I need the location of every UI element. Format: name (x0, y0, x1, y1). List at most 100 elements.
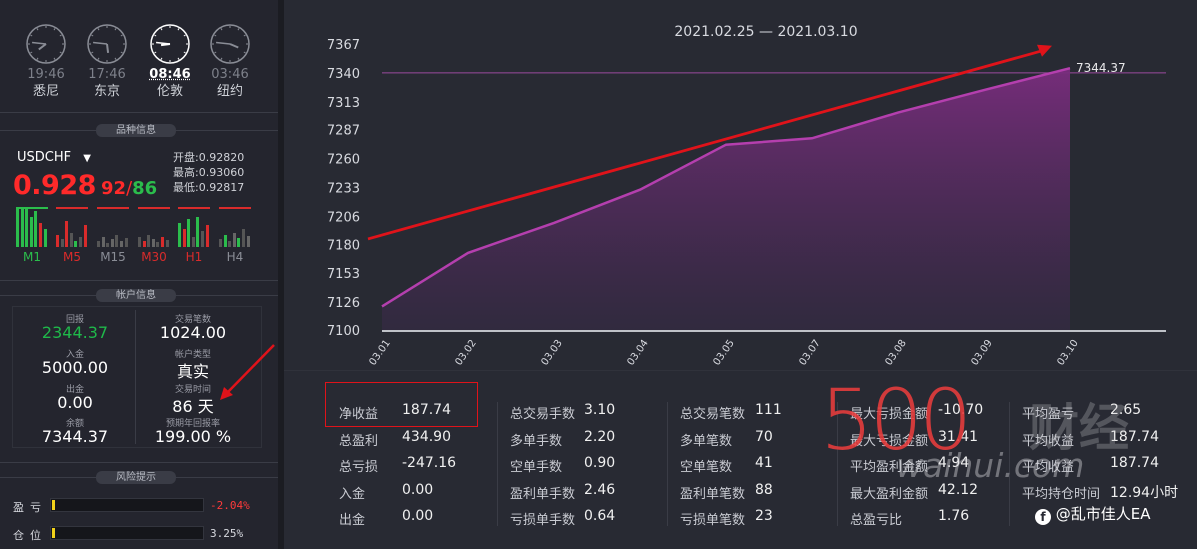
signal-bar (219, 239, 222, 247)
stat-label: 亏损单笔数 (680, 513, 746, 528)
timeframe-m15[interactable]: M15 (95, 250, 131, 264)
signal-bar (124, 238, 128, 247)
stat-label: 总亏损 (339, 460, 379, 475)
y-tick-label: 7100 (327, 324, 360, 339)
price-main: 0.928 (13, 170, 96, 201)
timeframe-h4[interactable]: H4 (217, 250, 253, 264)
symbol-section-title: 品种信息 (96, 124, 176, 137)
signal-bar (196, 217, 200, 247)
stat-label: 盈利单笔数 (680, 486, 746, 502)
signal-bar (151, 239, 155, 247)
stat-label: 空单手数 (510, 460, 563, 475)
return-value: 2344.37 (41, 323, 109, 342)
stat-value: 88 (755, 481, 773, 498)
x-tick-label: 03.02 (453, 338, 478, 368)
clock-1[interactable]: 17:46 东京 (83, 24, 131, 99)
high-label: 最高: (173, 166, 199, 179)
stat-value: 0.00 (402, 508, 434, 524)
symbol-selector[interactable]: USDCHF ▼ (17, 150, 91, 165)
timeframe-m5[interactable]: M5 (54, 250, 90, 264)
signal-bar (56, 235, 59, 247)
signal-bar (242, 229, 245, 247)
clock-time: 19:46 (27, 67, 65, 82)
x-tick-label: 03.10 (1055, 338, 1080, 368)
timeframe-m1[interactable]: M1 (14, 250, 50, 264)
signal-bar (178, 223, 181, 247)
signal-bar (228, 241, 232, 247)
signal-bar (79, 237, 82, 247)
signal-bar (138, 237, 141, 247)
y-tick-label: 7287 (327, 124, 360, 139)
signal-bar (60, 239, 64, 247)
clock-icon (210, 24, 250, 64)
x-tick-label: 03.05 (711, 338, 736, 368)
low-value: 0.92817 (198, 181, 245, 194)
stat-value: 12.94小时 (1110, 484, 1179, 501)
stat-value: 3.10 (584, 402, 616, 418)
account-section-title: 帐户信息 (96, 289, 176, 302)
high-value: 0.93060 (198, 166, 245, 179)
end-value-label: 7344.37 (1076, 61, 1126, 75)
watermark-url: waihui.com (896, 446, 1085, 485)
clock-2[interactable]: 08:46 伦敦 (146, 24, 194, 99)
timeframe-bars (16, 207, 52, 247)
stat-value: 2.20 (584, 428, 616, 445)
y-tick-label: 7126 (327, 296, 360, 311)
signal-bar (115, 235, 119, 247)
price-ask: 86 (132, 178, 158, 199)
divider (497, 402, 498, 526)
low-label: 最低: (173, 181, 199, 194)
stat-value: 0.00 (402, 481, 434, 498)
stat-value: 0.64 (584, 508, 616, 524)
y-tick-label: 7313 (327, 96, 360, 111)
x-tick-label: 03.04 (625, 338, 650, 368)
clock-city: 悉尼 (32, 84, 59, 99)
x-tick-label: 03.09 (969, 338, 994, 368)
divider (667, 402, 668, 526)
timeframe-m30[interactable]: M30 (136, 250, 172, 264)
risk-section-header: 风险提示 (0, 471, 278, 484)
timeframe-h1[interactable]: H1 (176, 250, 212, 264)
position-label: 仓位 (13, 529, 47, 542)
signal-bar (74, 241, 78, 247)
symbol-section-header: 品种信息 (0, 124, 278, 137)
weibo-icon: f (1035, 509, 1051, 525)
stat-value: 23 (755, 508, 773, 524)
equity-area (382, 68, 1070, 330)
clock-3[interactable]: 03:46 纽约 (206, 24, 254, 99)
clock-time: 03:46 (211, 67, 249, 82)
stat-label: 平均持仓时间 (1022, 486, 1101, 502)
divider (135, 310, 136, 444)
stat-label: 空单笔数 (680, 460, 733, 475)
profit-bar (50, 498, 204, 512)
stat-label: 入金 (339, 486, 366, 502)
y-tick-label: 7233 (327, 182, 360, 197)
signal-bar (142, 241, 146, 247)
signal-bar (191, 237, 195, 247)
divider (0, 112, 278, 113)
stat-value: -247.16 (402, 455, 457, 471)
signal-bar (39, 223, 42, 247)
timeframe-bars (56, 207, 92, 247)
chevron-down-icon: ▼ (83, 153, 91, 164)
y-tick-label: 7206 (327, 210, 360, 225)
clock-icon (87, 24, 127, 64)
clock-icon (150, 24, 190, 64)
timeframe-bars (178, 207, 214, 247)
signal-bar (246, 236, 250, 247)
signal-bar (165, 240, 169, 247)
signal-bar (120, 241, 123, 247)
clock-city: 东京 (93, 84, 120, 99)
x-tick-label: 03.03 (539, 338, 564, 368)
position-bar-fill (52, 528, 55, 538)
signal-bar (106, 243, 110, 247)
timeframe-bars (97, 207, 133, 247)
stat-label: 亏损单手数 (510, 513, 576, 528)
withdraw-value: 0.00 (57, 393, 93, 412)
clock-city: 纽约 (216, 84, 243, 99)
stat-label: 出金 (339, 513, 366, 528)
highlight-box (325, 382, 478, 427)
x-tick-label: 03.08 (883, 338, 908, 368)
credit-text: @乱市佳人EA (1055, 505, 1151, 523)
clock-0[interactable]: 19:46 悉尼 (22, 24, 70, 99)
